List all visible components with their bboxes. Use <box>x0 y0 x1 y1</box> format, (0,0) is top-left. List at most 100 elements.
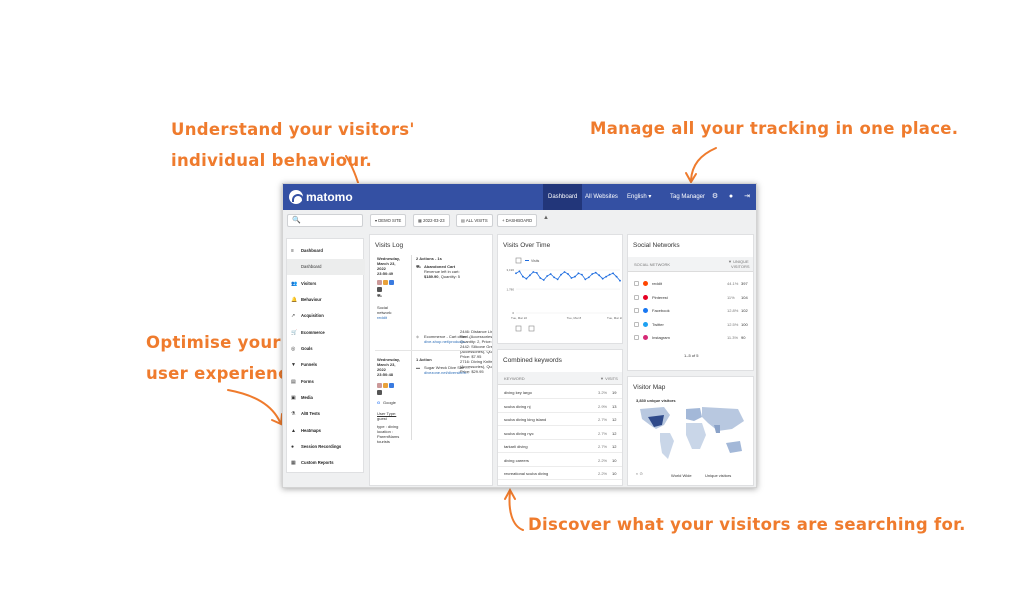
logout-icon[interactable]: ⇥ <box>743 193 751 201</box>
annotation-tracking: Manage all your tracking in one place. <box>590 119 959 138</box>
keyword-row[interactable]: recreational scuba diving 2.2% 10 <box>498 467 622 480</box>
segment-selector[interactable]: ▤ ALL VISITS <box>456 214 493 227</box>
sidebar-item-dashboard[interactable]: ≡ Dashboard <box>287 243 365 259</box>
row-checkbox[interactable] <box>634 335 639 340</box>
visits-data-point <box>608 273 611 276</box>
visits-data-point <box>522 275 524 278</box>
nav-language[interactable]: English ▾ <box>622 184 656 210</box>
row-checkbox[interactable] <box>634 321 639 327</box>
visits-column-header[interactable]: ▼ VISITS <box>600 376 618 381</box>
row-checkbox[interactable] <box>634 294 639 300</box>
keyword-row[interactable]: diving careers 2.2% 10 <box>498 454 622 467</box>
brand-name[interactable]: matomo <box>306 190 353 204</box>
keyword-label: scuba diving nj <box>504 403 531 409</box>
annotation-discover: Discover what your visitors are searchin… <box>528 515 966 534</box>
visit2-page-link[interactable]: divezone.net/diversite/s... <box>424 370 469 375</box>
keyword-row[interactable]: scuba diving nj 2.9% 13 <box>498 400 622 413</box>
sidebar-item-behaviour[interactable]: 🔔 Behaviour <box>287 292 365 308</box>
nav-dashboard[interactable]: Dashboard <box>543 184 583 210</box>
social-row[interactable]: Facebook 12.8% 102 <box>628 304 753 317</box>
region-selector[interactable]: World Wide <box>671 473 692 478</box>
keyword-percent: 2.7% <box>598 430 608 436</box>
world-map[interactable] <box>634 403 750 467</box>
sidebar-item-goals[interactable]: ◎ Goals <box>287 341 365 357</box>
sidebar-icon: ● <box>291 444 295 450</box>
arrow-tracking <box>690 147 717 181</box>
browser-icon <box>383 383 388 388</box>
keyword-label: tarkarli diving <box>504 444 528 449</box>
keyword-visits: 12 <box>612 430 617 436</box>
sidebar-item-funnels[interactable]: ▼ Funnels <box>287 357 365 373</box>
keyword-visits: 12 <box>612 444 617 449</box>
annotation-individual-line2: individual behaviour. <box>171 151 373 170</box>
visit1-referrer-link[interactable]: reddit <box>377 315 387 320</box>
social-value: 102 <box>741 308 748 313</box>
zoom-controls-icon[interactable]: ◐ ⊙ <box>636 471 643 476</box>
sidebar-item-custom-reports[interactable]: ▦ Custom Reports <box>287 455 365 471</box>
metric-selector[interactable]: Unique visitors <box>705 473 731 478</box>
visit2-visitor-icons <box>377 383 394 388</box>
social-row[interactable]: Pinterest 11% 104 <box>628 291 753 304</box>
visits-data-point <box>532 271 535 273</box>
date-selector[interactable]: ▦ 2022-03-23 <box>413 214 450 227</box>
sidebar-item-heatmaps[interactable]: ▲ Heatmaps <box>287 423 365 439</box>
sidebar-item-ecommerce[interactable]: 🛒 Ecommerce <box>287 325 365 341</box>
dashboard-selector[interactable]: + DASHBOARD <box>497 214 538 227</box>
visitor-map-title: Visitor Map <box>633 384 666 391</box>
x-tick-labels: Tue, Mar 22 Tue, Mar 8 Tue, Mar 22 <box>511 316 622 320</box>
sidebar-item-visitors[interactable]: 👥 Visitors <box>287 276 365 292</box>
ecommerce-event-link[interactable]: dive-shop.net/products... <box>424 339 468 344</box>
visits-data-point <box>560 273 562 276</box>
keyword-row[interactable]: scuba diving nyc 2.7% 12 <box>498 427 622 440</box>
site-selector-label: DEMO SITE <box>378 218 402 223</box>
sidebar-item-media[interactable]: ▣ Media <box>287 390 365 406</box>
sidebar-item-session-recordings[interactable]: ● Session Recordings <box>287 439 365 455</box>
y-tick-label: 0 <box>512 311 514 315</box>
keyword-row[interactable]: diving key largo 3.2% 19 <box>498 386 622 399</box>
visit1-actions-count: 2 Actions - 1s <box>416 256 442 261</box>
network-column-header[interactable]: SOCIAL NETWORK <box>634 262 670 267</box>
visits-data-point <box>601 277 604 280</box>
keyword-row[interactable]: scuba diving king island 2.7% 12 <box>498 413 622 426</box>
sidebar-item-forms[interactable]: ▤ Forms <box>287 374 365 390</box>
social-row[interactable]: Instagram 11.3% 90 <box>628 331 753 344</box>
sidebar-item-dashboard-sub[interactable]: Dashboard <box>287 259 365 275</box>
collapse-caret-icon[interactable]: ▲ <box>543 215 549 221</box>
visit2-actions-count: 1 Action <box>416 357 432 362</box>
row-checkbox[interactable] <box>634 308 639 313</box>
legend-label: Visits <box>531 259 540 263</box>
row-checkbox[interactable] <box>634 281 639 286</box>
sidebar-item-a-b-tests[interactable]: ⚗ A/B Tests <box>287 406 365 422</box>
matomo-logo-icon[interactable] <box>289 190 304 204</box>
visits-data-point <box>584 278 587 281</box>
menu-search-input[interactable]: 🔍 <box>287 214 363 227</box>
visits-data-point <box>605 275 608 278</box>
visit2-time: 23:50:48 <box>377 372 394 377</box>
sidebar-item-acquisition[interactable]: ↗ Acquisition <box>287 308 365 324</box>
social-percent: 12.8% <box>727 308 739 313</box>
visits-data-point <box>525 277 528 280</box>
help-icon[interactable]: ● <box>727 193 735 201</box>
social-row[interactable]: reddit 44.1% 397 <box>628 277 753 290</box>
visits-data-point <box>580 273 583 276</box>
visitors-column-header[interactable]: VISITORS <box>731 264 750 269</box>
visits-series-points <box>515 270 621 282</box>
keyword-row[interactable]: tarkarli diving 2.7% 12 <box>498 440 622 453</box>
sidebar-item-label: Visitors <box>301 281 317 286</box>
sidebar-icon: 🔔 <box>291 297 298 303</box>
keyword-visits: 12 <box>612 417 617 422</box>
keyword-percent: 2.2% <box>598 457 608 463</box>
keyword-percent: 3.2% <box>598 390 608 395</box>
nav-all-websites[interactable]: All Websites <box>580 184 623 210</box>
visit1-time: 23:50:49 <box>377 271 394 276</box>
social-row[interactable]: Twitter 12.5% 100 <box>628 318 753 331</box>
nav-tag-manager[interactable]: Tag Manager <box>665 184 710 210</box>
arrow-discover <box>508 491 524 531</box>
gear-icon[interactable]: ⚙ <box>711 193 719 201</box>
keyword-column-header[interactable]: KEYWORD <box>504 376 525 381</box>
visits-data-point <box>556 278 559 281</box>
site-selector[interactable]: ▾ DEMO SITE <box>370 214 407 227</box>
arrow-optimise <box>227 389 281 423</box>
dashboard-selector-label: DASHBOARD <box>505 218 533 223</box>
browser-icon <box>383 280 388 285</box>
